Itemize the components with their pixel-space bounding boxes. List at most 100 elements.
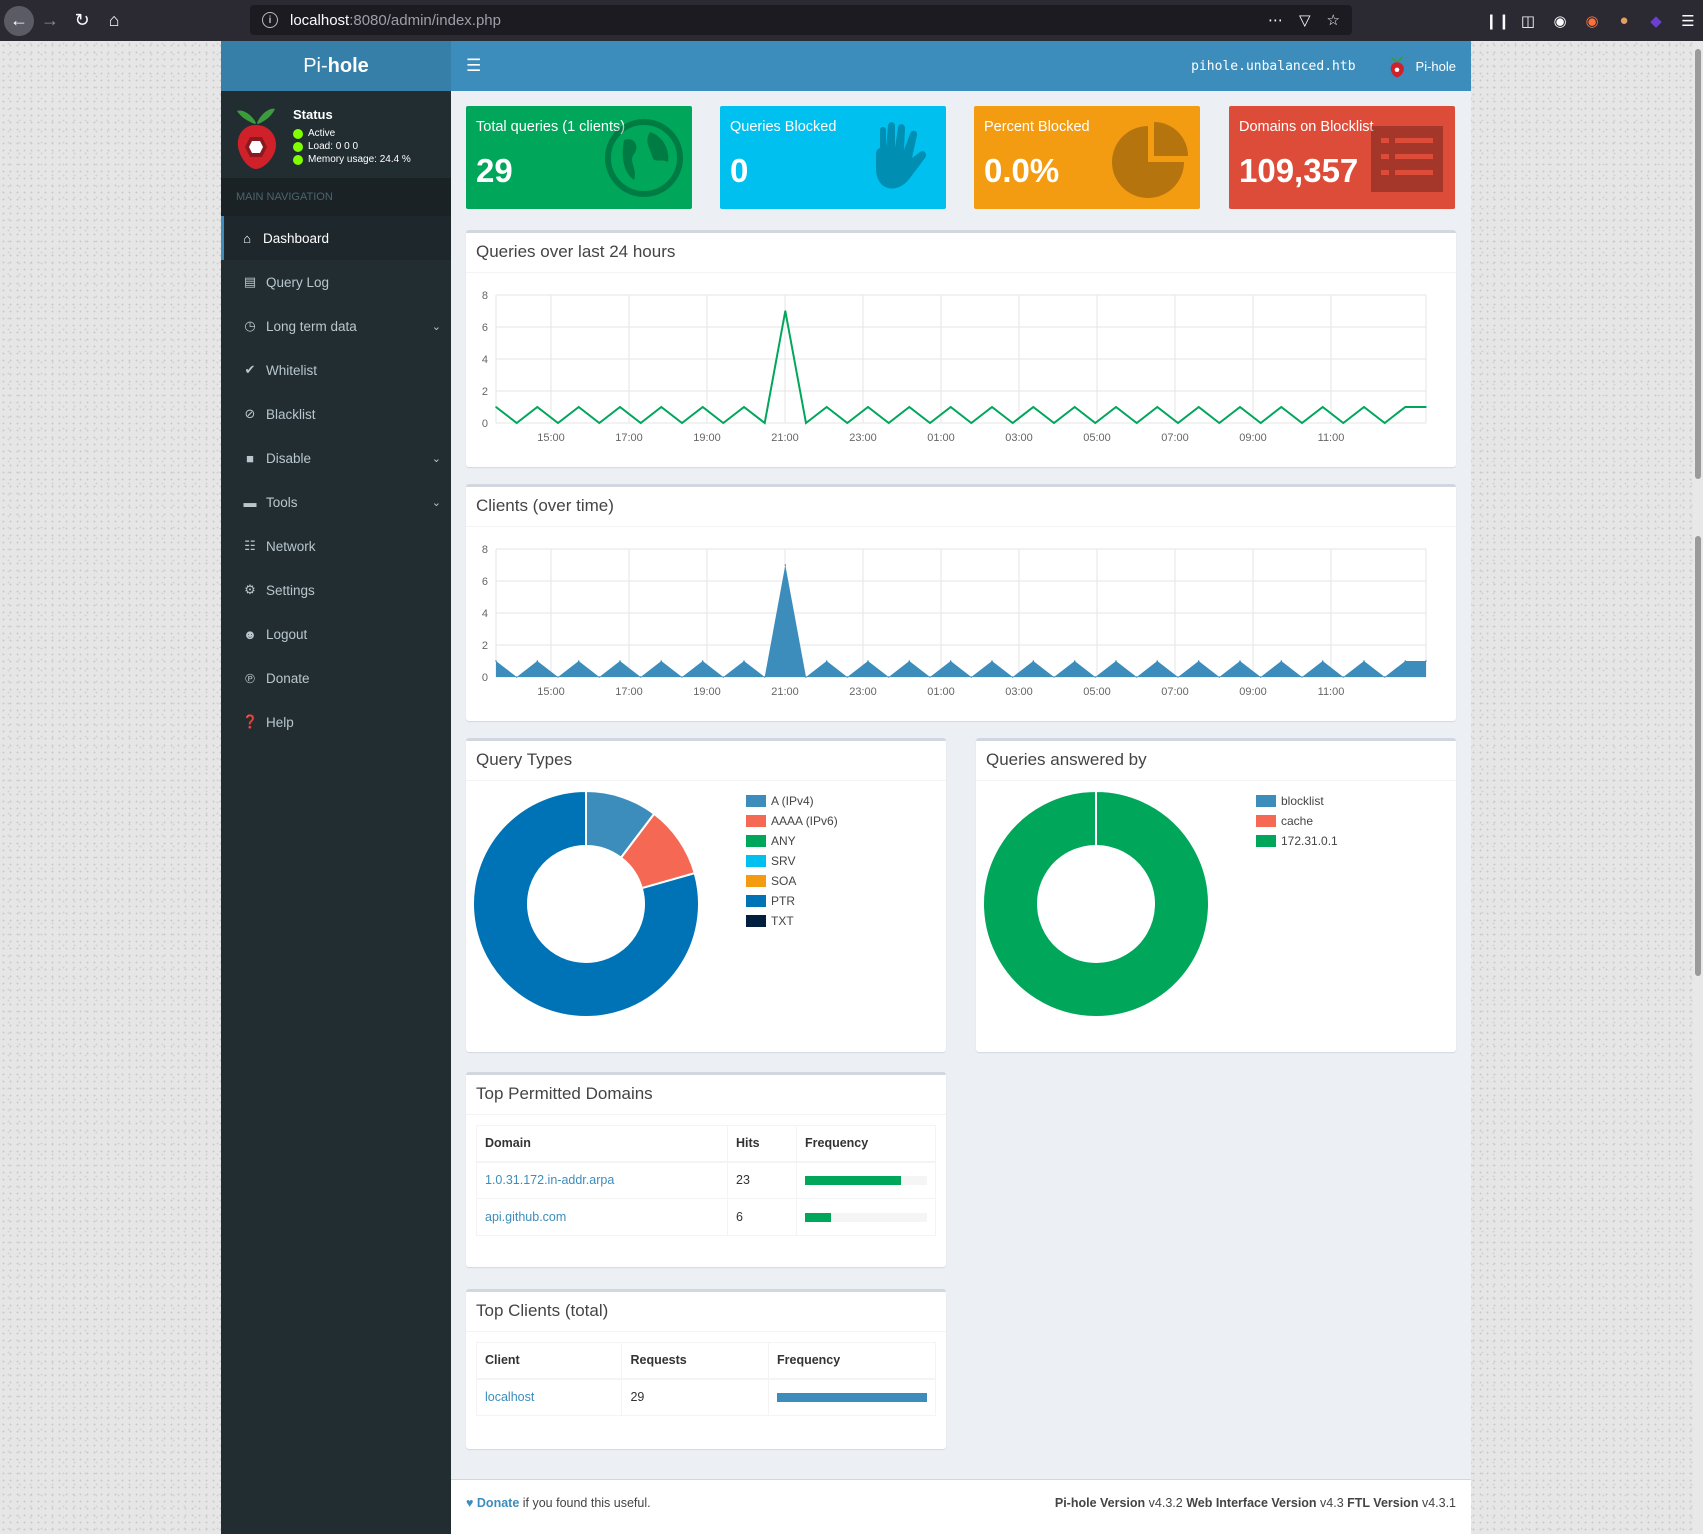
table-row: 1.0.31.172.in-addr.arpa 23 bbox=[476, 1161, 936, 1199]
reload-icon[interactable]: ↻ bbox=[66, 5, 98, 37]
footer-donate-link[interactable]: Donate bbox=[477, 1496, 519, 1510]
column-header[interactable]: Requests bbox=[621, 1342, 769, 1380]
data-point bbox=[701, 660, 704, 662]
question-icon: ❓ bbox=[242, 714, 259, 729]
legend-item[interactable]: cache bbox=[1256, 811, 1338, 831]
x-tick-label: 15:00 bbox=[537, 432, 565, 444]
legend-item[interactable]: A (IPv4) bbox=[746, 791, 838, 811]
list-alt-icon bbox=[1371, 126, 1443, 192]
legend-item[interactable]: TXT bbox=[746, 911, 838, 931]
data-point bbox=[515, 676, 518, 678]
pocket-icon[interactable]: ▽ bbox=[1299, 11, 1311, 29]
nav-item-tools[interactable]: ▬ Tools ⌄ bbox=[221, 480, 451, 524]
client-link[interactable]: localhost bbox=[485, 1390, 534, 1404]
extension-purple-icon[interactable]: ◆ bbox=[1645, 12, 1667, 30]
legend-swatch bbox=[1256, 835, 1276, 847]
legend-item[interactable]: blocklist bbox=[1256, 791, 1338, 811]
sidebar-toggle-icon[interactable]: ◫ bbox=[1517, 12, 1539, 30]
scrollbar-thumb-secondary[interactable] bbox=[1695, 536, 1701, 976]
nav-item-whitelist[interactable]: ✔ Whitelist bbox=[221, 348, 451, 392]
nav-item-network[interactable]: ☷ Network bbox=[221, 524, 451, 568]
stat-percent-blocked[interactable]: Percent Blocked 0.0% bbox=[974, 106, 1200, 209]
data-point bbox=[949, 660, 952, 662]
data-point bbox=[867, 660, 869, 662]
column-header[interactable]: Client bbox=[475, 1342, 623, 1380]
nav-item-long-term-data[interactable]: ◷ Long term data ⌄ bbox=[221, 304, 451, 348]
home-page-icon[interactable]: ⌂ bbox=[98, 5, 130, 37]
nav-item-query-log[interactable]: ▤ Query Log bbox=[221, 260, 451, 304]
data-point bbox=[1301, 422, 1303, 424]
stop-icon: ■ bbox=[246, 450, 254, 466]
data-point bbox=[1425, 660, 1427, 662]
requests-cell: 29 bbox=[621, 1378, 769, 1416]
data-point bbox=[763, 422, 766, 424]
x-tick-label: 07:00 bbox=[1161, 686, 1189, 698]
domain-link[interactable]: api.github.com bbox=[485, 1210, 566, 1224]
nav-item-donate[interactable]: ℗ Donate bbox=[221, 656, 451, 700]
stat-queries-blocked[interactable]: Queries Blocked 0 bbox=[720, 106, 946, 209]
stat-label: Total queries (1 clients) bbox=[476, 119, 626, 135]
forward-icon[interactable]: → bbox=[34, 5, 66, 37]
page-actions-icon[interactable]: ⋯ bbox=[1268, 11, 1283, 29]
page-scrollbar[interactable] bbox=[1693, 41, 1703, 1534]
column-header[interactable]: Hits bbox=[727, 1125, 797, 1163]
nav-label: Network bbox=[266, 538, 316, 554]
column-header[interactable]: Frequency bbox=[768, 1342, 936, 1380]
data-point bbox=[1383, 676, 1386, 678]
column-header[interactable]: Domain bbox=[476, 1125, 728, 1163]
extension-fox-icon[interactable]: ◉ bbox=[1581, 12, 1603, 30]
x-tick-label: 23:00 bbox=[849, 686, 877, 698]
legend-item[interactable]: AAAA (IPv6) bbox=[746, 811, 838, 831]
back-icon[interactable]: ← bbox=[4, 5, 34, 36]
legend-item[interactable]: PTR bbox=[746, 891, 838, 911]
account-icon[interactable]: ◉ bbox=[1549, 12, 1571, 30]
data-point bbox=[929, 422, 931, 424]
legend-item[interactable]: 172.31.0.1 bbox=[1256, 831, 1338, 851]
answered-by-donut-chart[interactable] bbox=[978, 786, 1218, 1026]
bookmark-star-icon[interactable]: ☆ bbox=[1327, 11, 1340, 29]
data-point bbox=[722, 676, 725, 678]
clock-icon: ◷ bbox=[244, 318, 256, 333]
ftl-version-label: FTL Version bbox=[1347, 1496, 1419, 1510]
data-point bbox=[722, 422, 725, 424]
nav-item-blacklist[interactable]: ⊘ Blacklist bbox=[221, 392, 451, 436]
scrollbar-thumb[interactable] bbox=[1695, 49, 1701, 479]
legend-swatch bbox=[1256, 815, 1276, 827]
data-point bbox=[1197, 660, 1200, 662]
legend-item[interactable]: ANY bbox=[746, 831, 838, 851]
extension-cookie-icon[interactable]: ● bbox=[1613, 12, 1635, 29]
legend-item[interactable]: SOA bbox=[746, 871, 838, 891]
top-navbar: ☰ pihole.unbalanced.htb Pi-hole bbox=[451, 41, 1471, 91]
query-types-donut-chart[interactable] bbox=[468, 786, 708, 1026]
legend-swatch bbox=[746, 815, 766, 827]
domain-link[interactable]: 1.0.31.172.in-addr.arpa bbox=[485, 1173, 614, 1187]
sidebar-toggle-hamburger-icon[interactable]: ☰ bbox=[466, 56, 481, 76]
nav-item-disable[interactable]: ■ Disable ⌄ bbox=[221, 436, 451, 480]
nav-item-logout[interactable]: ☻ Logout bbox=[221, 612, 451, 656]
user-menu[interactable]: Pi-hole bbox=[1386, 54, 1456, 78]
data-point bbox=[1094, 422, 1097, 424]
menu-icon[interactable]: ☰ bbox=[1677, 12, 1699, 30]
box-title: Clients (over time) bbox=[466, 487, 1456, 527]
queries-over-time-chart[interactable]: 0 2 4 6 8 15:00 17:00 19:00 21:00 23:00 01:00 03:00… bbox=[466, 273, 1456, 467]
data-point bbox=[681, 676, 683, 678]
x-tick-label: 01:00 bbox=[927, 432, 955, 444]
stat-domains-blocklist[interactable]: Domains on Blocklist 109,357 bbox=[1229, 106, 1455, 209]
stat-total-queries[interactable]: Total queries (1 clients) 29 bbox=[466, 106, 692, 209]
legend-swatch bbox=[746, 915, 766, 927]
nav-item-help[interactable]: ❓ Help bbox=[221, 700, 451, 744]
clients-over-time-chart[interactable]: 0 2 4 6 8 15:00 17:00 19:00 21:00 23:00 01:00 03:00… bbox=[466, 527, 1456, 721]
data-point bbox=[743, 660, 745, 662]
data-point bbox=[639, 676, 642, 678]
app-logo[interactable]: Pi-hole bbox=[221, 41, 451, 91]
pie-slice[interactable] bbox=[982, 789, 1210, 1018]
data-point bbox=[1094, 676, 1097, 678]
column-header[interactable]: Frequency bbox=[796, 1125, 936, 1163]
legend-item[interactable]: SRV bbox=[746, 851, 838, 871]
site-info-icon[interactable]: i bbox=[262, 12, 278, 28]
library-icon[interactable]: ❙❙ bbox=[1485, 12, 1510, 30]
nav-item-settings[interactable]: ⚙ Settings bbox=[221, 568, 451, 612]
nav-item-dashboard[interactable]: ⌂ Dashboard bbox=[221, 216, 451, 260]
y-tick-label: 0 bbox=[482, 672, 488, 684]
url-bar[interactable]: i localhost:8080/admin/index.php ⋯ ▽ ☆ bbox=[250, 5, 1352, 35]
